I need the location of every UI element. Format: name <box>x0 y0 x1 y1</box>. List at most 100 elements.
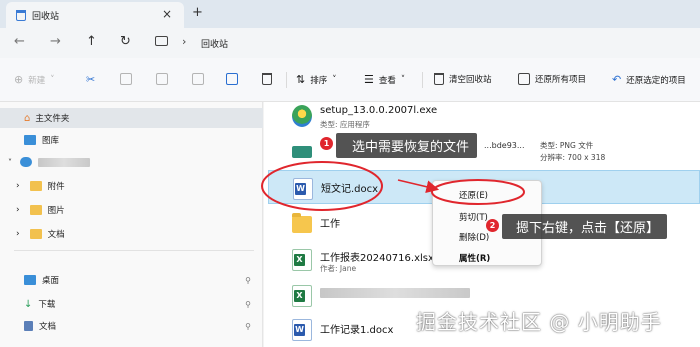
restore-all-label: 还原所有项目 <box>535 75 587 85</box>
desktop-icon <box>24 275 36 285</box>
chevron-down-icon: ˅ <box>400 74 406 85</box>
close-tab-icon[interactable]: × <box>162 7 172 21</box>
sidebar-item-desktop[interactable]: 桌面 ⚲ <box>0 270 263 290</box>
view-button[interactable]: ☰ 查看 ˅ <box>364 73 405 86</box>
folder-icon <box>292 213 312 233</box>
file-name: 工作 <box>320 219 340 230</box>
folder-icon <box>29 229 42 239</box>
monitor-icon <box>155 36 168 46</box>
new-label: 新建 <box>28 75 46 86</box>
step1-badge: 1 <box>320 137 333 150</box>
chevron-down-icon: ˅ <box>332 74 337 85</box>
up-arrow-icon[interactable]: ↑ <box>86 34 97 49</box>
gallery-icon <box>24 135 36 145</box>
file-type-detail: 类型: PNG 文件 <box>540 141 594 150</box>
sidebar-label: 文档 <box>47 230 65 240</box>
restore-selected-icon: ↶ <box>612 73 622 86</box>
share-button[interactable] <box>226 73 238 85</box>
sort-icon: ⇅ <box>296 73 306 86</box>
command-toolbar: ⊕ 新建 ˅ ✂ ⇅ 排序 ˅ ☰ 查看 ˅ 清空回收站 还原所有项目 ↶ 还原… <box>0 58 700 102</box>
rename-icon <box>192 73 204 85</box>
pin-icon[interactable]: ⚲ <box>245 322 251 331</box>
chevron-right-icon[interactable]: › <box>182 35 186 48</box>
forward-arrow-icon[interactable]: → <box>50 34 61 49</box>
redacted-file-name <box>320 288 470 298</box>
folder-icon <box>29 205 42 215</box>
sidebar-label: 桌面 <box>42 276 60 286</box>
resolution-detail: 分辨率: 700 x 318 <box>540 153 606 162</box>
list-item[interactable]: setup_13.0.0.2007l.exe 类型: 应用程序 <box>268 98 700 132</box>
empty-recycle-bin-button[interactable]: 清空回收站 <box>434 73 492 85</box>
sidebar-item-pictures[interactable]: › 图片 <box>0 200 263 220</box>
list-item[interactable]: ...bde93... <box>268 134 700 168</box>
word-document-icon <box>292 319 312 341</box>
redacted-account-name <box>38 157 90 167</box>
sidebar-item-attachments[interactable]: › 附件 <box>0 176 263 196</box>
sidebar-item-account[interactable]: ˅ <box>0 152 263 172</box>
file-name: ...bde93... <box>484 141 525 150</box>
cut-button[interactable]: ✂ <box>86 73 95 86</box>
watermark: 掘金技术社区 @ 小明助手 <box>416 310 662 334</box>
paste-button[interactable] <box>156 73 168 85</box>
sidebar-item-gallery[interactable]: 图库 <box>0 130 263 150</box>
document-icon <box>24 321 33 331</box>
file-name: 短文记.docx <box>321 184 379 195</box>
file-type: 类型: 应用程序 <box>320 120 370 129</box>
menu-item-delete[interactable]: 删除(D) <box>459 231 489 243</box>
pin-icon[interactable]: ⚲ <box>245 300 251 309</box>
view-icon: ☰ <box>364 73 374 86</box>
file-details: 类型: PNG 文件 分辨率: 700 x 318 <box>540 140 605 164</box>
file-name: 工作报表20240716.xlsx <box>320 253 434 264</box>
sidebar-item-home[interactable]: ⌂ 主文件夹 <box>0 108 263 128</box>
refresh-icon[interactable]: ↻ <box>120 34 131 49</box>
address-path[interactable]: 回收站 <box>201 37 228 50</box>
home-icon: ⌂ <box>24 112 31 124</box>
step2-text: 摁下右键，点击【还原】 <box>516 221 660 236</box>
pin-icon[interactable]: ⚲ <box>245 276 251 285</box>
file-name: setup_13.0.0.2007l.exe <box>320 105 438 116</box>
toolbar-divider <box>286 72 287 88</box>
sidebar-item-documents[interactable]: › 文档 <box>0 224 263 244</box>
step2-badge: 2 <box>486 219 499 232</box>
chevron-right-icon: › <box>16 181 20 191</box>
sidebar-divider <box>14 250 254 251</box>
address-bar: ← → ↑ ↻ › 回收站 <box>0 28 700 58</box>
sidebar-item-downloads[interactable]: ↓ 下载 ⚲ <box>0 294 263 314</box>
sort-label: 排序 <box>310 75 328 86</box>
file-author: 作者: Jane <box>320 264 357 273</box>
image-file-icon <box>292 146 312 158</box>
word-document-icon <box>293 178 313 200</box>
sort-button[interactable]: ⇅ 排序 ˅ <box>296 73 336 86</box>
excel-icon <box>292 285 312 307</box>
menu-item-cut[interactable]: 剪切(T) <box>459 211 488 223</box>
new-button[interactable]: ⊕ 新建 ˅ <box>14 73 54 86</box>
tab-title: 回收站 <box>32 11 60 22</box>
step1-text: 选中需要恢复的文件 <box>352 140 470 155</box>
chevron-down-icon: ˅ <box>50 74 55 85</box>
empty-bin-label: 清空回收站 <box>449 75 492 85</box>
restore-selected-button[interactable]: ↶ 还原选定的项目 <box>612 73 686 86</box>
menu-item-properties[interactable]: 属性(R) <box>459 252 490 264</box>
sidebar-label: 文档 <box>39 322 57 332</box>
paste-icon <box>156 73 168 85</box>
restore-all-button[interactable]: 还原所有项目 <box>518 73 586 85</box>
restore-icon <box>518 73 530 85</box>
copy-icon <box>120 73 132 85</box>
step2-callout: 摁下右键，点击【还原】 <box>502 214 668 239</box>
rename-button[interactable] <box>192 73 204 85</box>
delete-button[interactable] <box>262 73 272 85</box>
trash-icon <box>262 73 272 85</box>
download-icon: ↓ <box>24 298 33 310</box>
new-tab-icon[interactable]: + <box>192 5 203 20</box>
tab-recycle-bin[interactable]: 回收站 × <box>6 2 184 28</box>
menu-item-restore[interactable]: 还原(E) <box>459 189 488 201</box>
scissors-icon: ✂ <box>86 73 96 86</box>
back-arrow-icon[interactable]: ← <box>14 34 25 49</box>
copy-button[interactable] <box>120 73 132 85</box>
sidebar-label: 图库 <box>42 136 60 146</box>
sidebar-item-documents-pinned[interactable]: 文档 ⚲ <box>0 316 263 336</box>
view-label: 查看 <box>378 75 396 86</box>
restore-selected-label: 还原选定的项目 <box>626 75 686 86</box>
sidebar-label: 图片 <box>47 206 65 216</box>
setup-icon <box>292 105 312 127</box>
